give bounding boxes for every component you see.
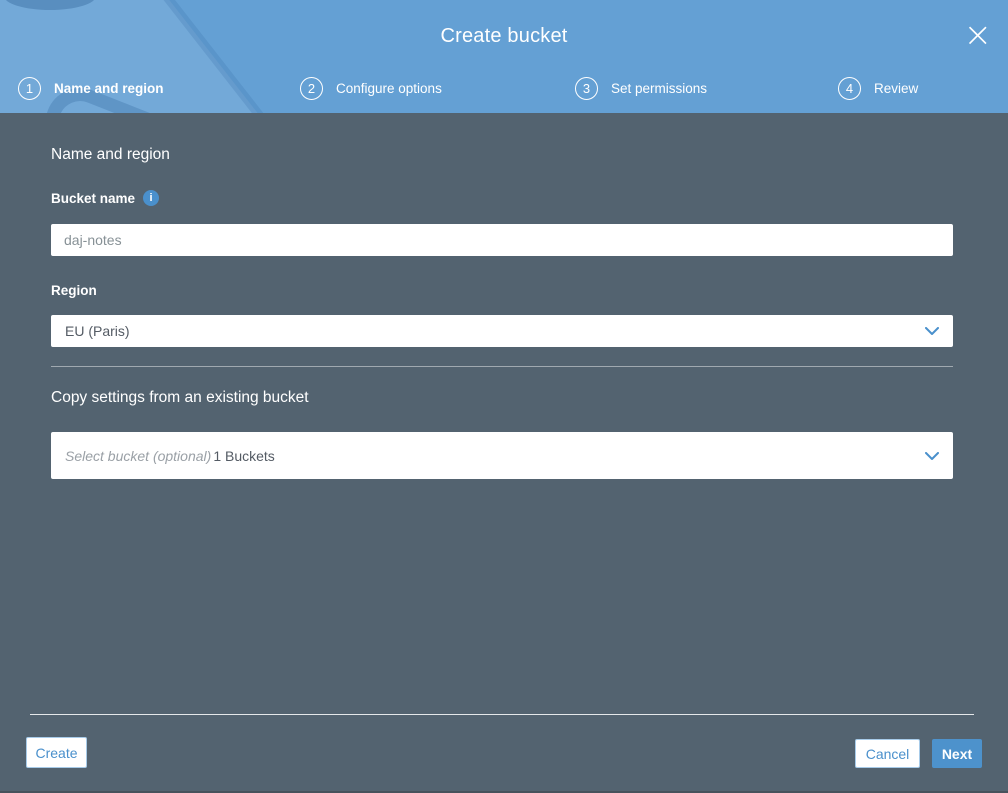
bucket-name-label-text: Bucket name — [51, 190, 136, 206]
copy-settings-title: Copy settings from an existing bucket — [51, 389, 309, 406]
bucket-count: 1 Buckets — [213, 447, 275, 464]
step-number-badge: 2 — [300, 77, 323, 100]
cancel-button[interactable]: Cancel — [855, 739, 920, 768]
bucket-name-input[interactable] — [51, 224, 953, 256]
step-review[interactable]: 4 Review — [838, 77, 918, 100]
region-label: Region — [51, 283, 97, 298]
step-name-and-region[interactable]: 1 Name and region — [18, 77, 164, 100]
region-select[interactable]: EU (Paris) — [51, 315, 953, 347]
step-label: Name and region — [54, 81, 164, 96]
next-button[interactable]: Next — [932, 739, 982, 768]
bucket-name-label: Bucket name i — [51, 190, 160, 206]
step-label: Set permissions — [611, 81, 708, 96]
step-number-badge: 4 — [838, 77, 861, 100]
region-selected-value: EU (Paris) — [65, 323, 130, 339]
close-icon[interactable]: × — [964, 18, 993, 52]
create-button[interactable]: Create — [26, 737, 87, 768]
info-icon[interactable]: i — [143, 190, 160, 206]
step-number-badge: 3 — [575, 77, 598, 100]
step-configure-options[interactable]: 2 Configure options — [300, 77, 442, 100]
copy-bucket-select[interactable]: Select bucket (optional) 1 Buckets — [51, 432, 953, 479]
chevron-down-icon — [925, 451, 939, 460]
step-set-permissions[interactable]: 3 Set permissions — [575, 77, 707, 100]
dialog-title: Create bucket — [440, 25, 568, 47]
step-label: Configure options — [336, 81, 442, 96]
step-number-badge: 1 — [18, 77, 41, 100]
section-title: Name and region — [51, 146, 170, 163]
footer-divider — [30, 714, 974, 715]
section-divider — [51, 366, 953, 367]
dialog-header: Create bucket × 1 Name and region 2 Conf… — [0, 0, 1008, 113]
create-bucket-dialog: Create bucket × 1 Name and region 2 Conf… — [0, 0, 1008, 793]
copy-bucket-placeholder: Select bucket (optional) — [65, 447, 212, 464]
step-label: Review — [874, 81, 919, 96]
chevron-down-icon — [925, 327, 939, 335]
wizard-steps: 1 Name and region 2 Configure options 3 … — [0, 77, 1008, 103]
